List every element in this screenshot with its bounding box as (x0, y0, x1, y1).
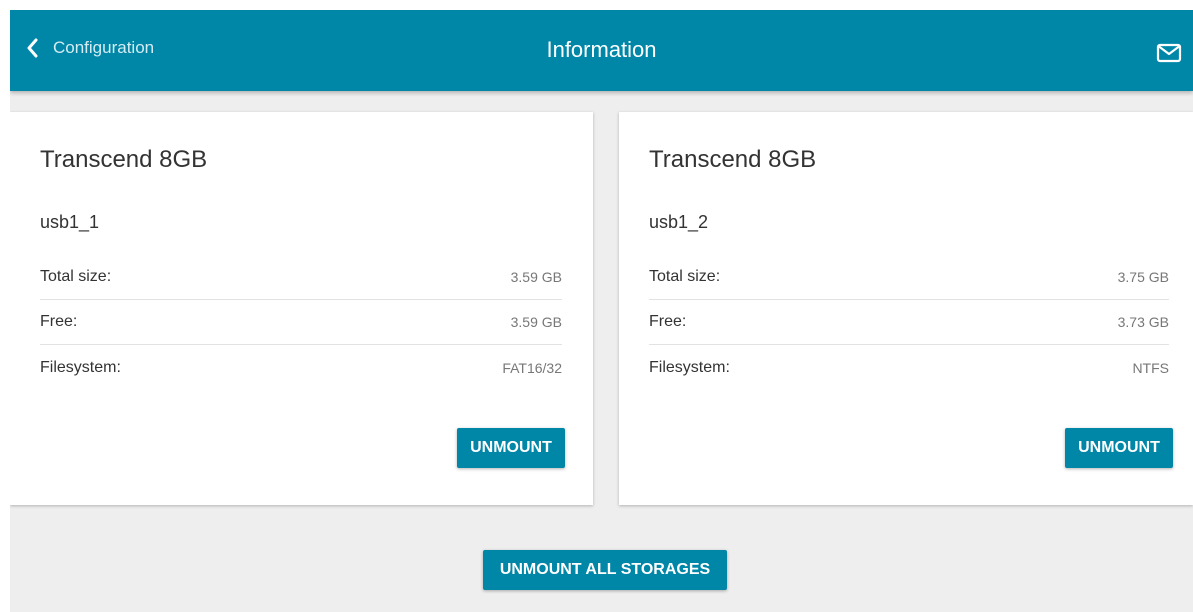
storage-title: Transcend 8GB (649, 146, 817, 173)
info-value: FAT16/32 (502, 359, 562, 376)
storage-title: Transcend 8GB (40, 146, 208, 173)
mail-icon (1156, 43, 1182, 63)
info-row-total-size: Total size: 3.75 GB (649, 255, 1169, 300)
info-label: Total size: (649, 268, 721, 285)
info-label: Free: (40, 313, 78, 330)
storage-info-table: Total size: 3.59 GB Free: 3.59 GB Filesy… (40, 255, 562, 390)
storage-info-table: Total size: 3.75 GB Free: 3.73 GB Filesy… (649, 255, 1169, 390)
info-label: Filesystem: (40, 358, 121, 376)
unmount-all-button[interactable]: UNMOUNT ALL STORAGES (483, 550, 727, 590)
info-label: Total size: (40, 268, 112, 285)
info-row-filesystem: Filesystem: NTFS (649, 345, 1169, 390)
info-value: NTFS (1132, 359, 1169, 376)
info-row-total-size: Total size: 3.59 GB (40, 255, 562, 300)
storage-card: Transcend 8GB usb1_1 Total size: 3.59 GB… (10, 112, 593, 505)
unmount-button[interactable]: UNMOUNT (1065, 428, 1173, 468)
info-label: Free: (649, 313, 687, 330)
info-value: 3.75 GB (1117, 269, 1169, 285)
info-row-filesystem: Filesystem: FAT16/32 (40, 345, 562, 390)
app-frame: Configuration Information Transcend 8GB … (10, 10, 1193, 612)
top-bar: Configuration Information (10, 10, 1193, 91)
info-label: Filesystem: (649, 358, 730, 376)
storage-name: usb1_1 (40, 212, 100, 232)
info-value: 3.59 GB (510, 269, 562, 285)
info-row-free: Free: 3.59 GB (40, 300, 562, 345)
notifications-button[interactable] (1156, 43, 1182, 63)
storage-name: usb1_2 (649, 212, 709, 232)
info-value: 3.73 GB (1117, 314, 1169, 330)
unmount-button[interactable]: UNMOUNT (457, 428, 565, 468)
storage-card: Transcend 8GB usb1_2 Total size: 3.75 GB… (619, 112, 1193, 505)
page-title: Information (546, 37, 657, 62)
info-row-free: Free: 3.73 GB (649, 300, 1169, 345)
info-value: 3.59 GB (510, 314, 562, 330)
